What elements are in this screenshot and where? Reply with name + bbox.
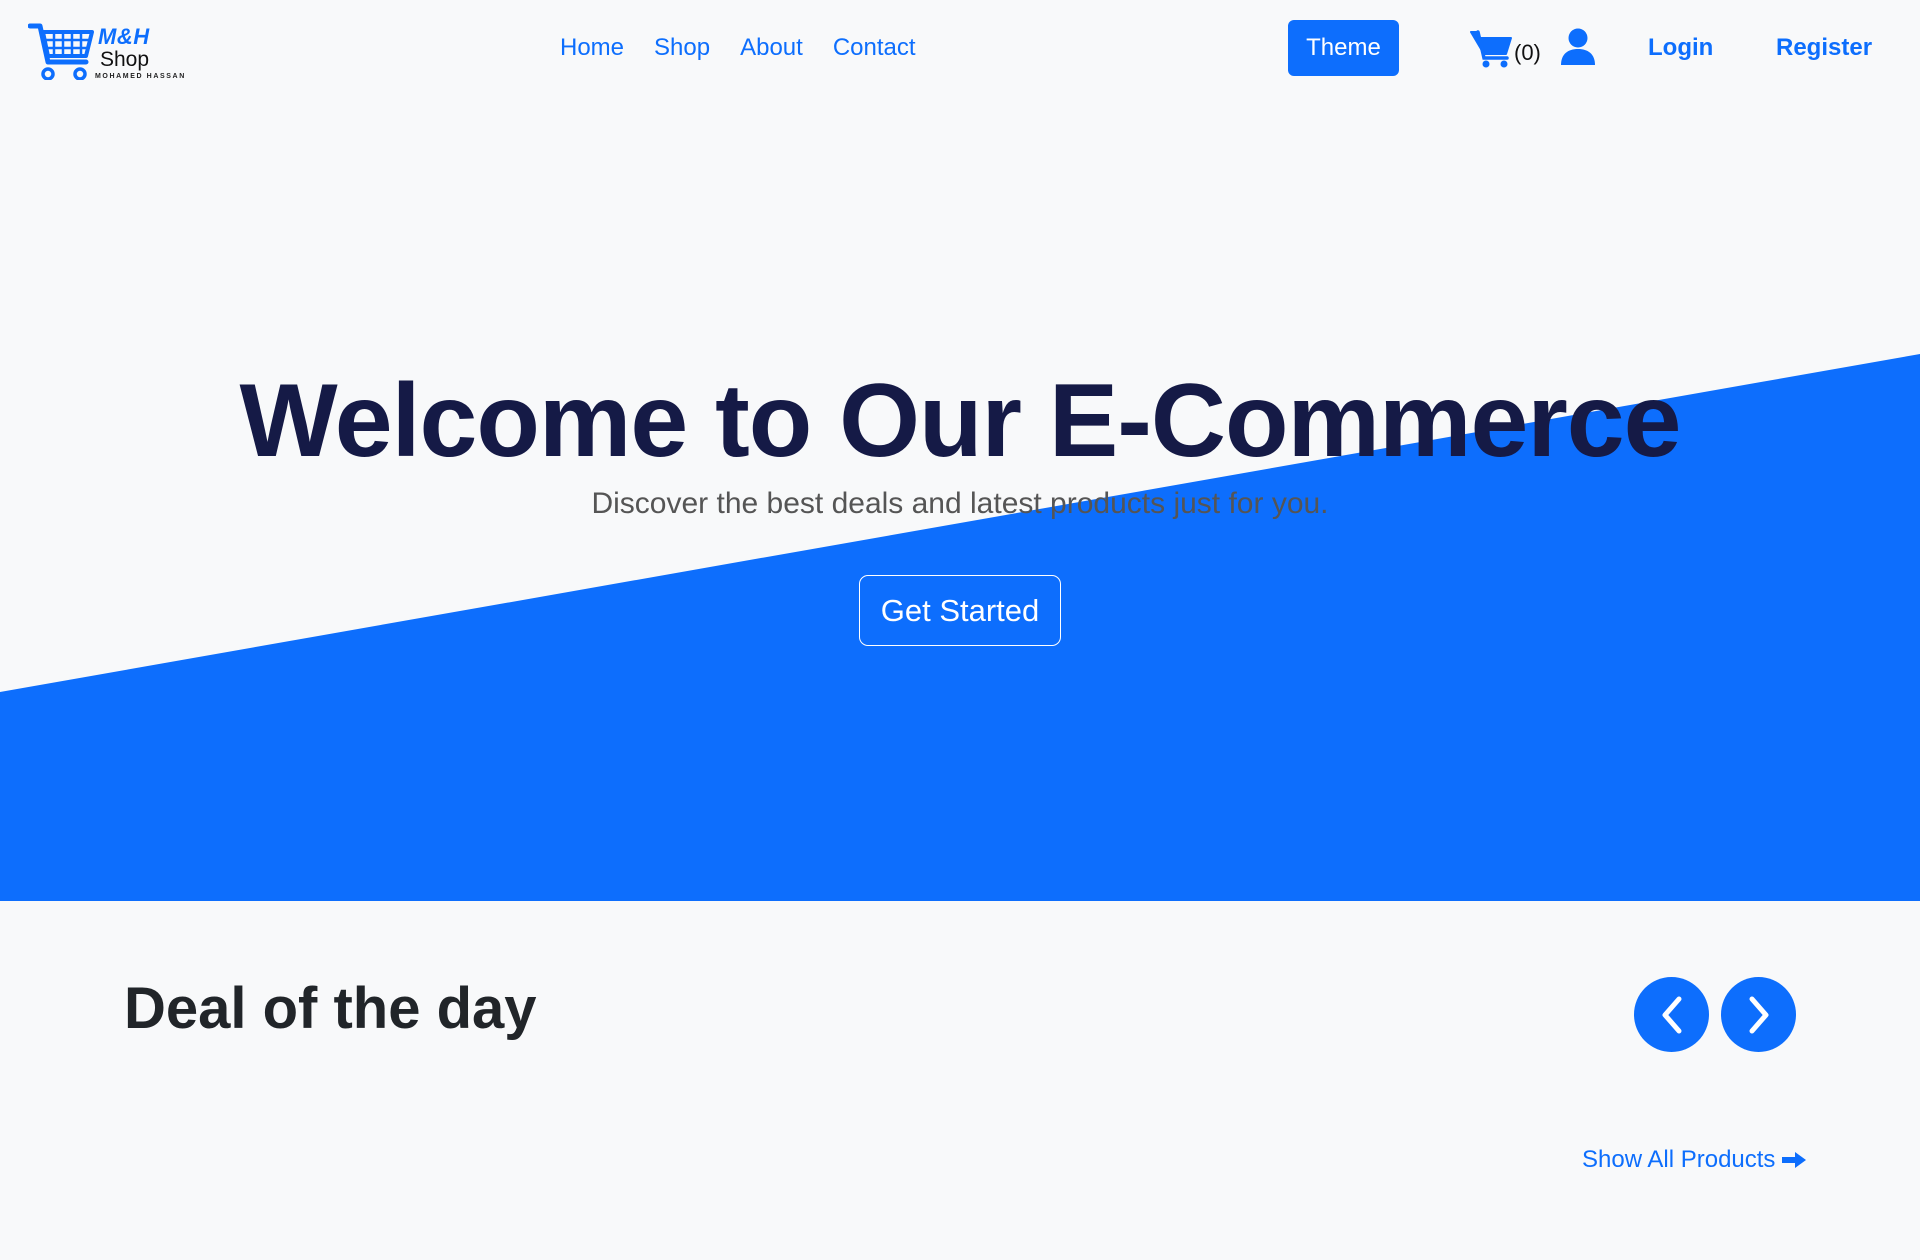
show-all-products-label: Show All Products	[1582, 1146, 1776, 1173]
login-link[interactable]: Login	[1648, 34, 1713, 62]
brand-tagline: MOHAMED HASSAN	[95, 73, 186, 80]
cart-button[interactable]: (0)	[1470, 28, 1541, 68]
brand-logo[interactable]: M&H Shop MOHAMED HASSAN	[28, 18, 188, 84]
arrow-right-icon	[1782, 1152, 1807, 1168]
show-all-products-link[interactable]: Show All Products	[1582, 1146, 1807, 1174]
nav-link-home[interactable]: Home	[560, 34, 624, 62]
nav-link-contact[interactable]: Contact	[833, 34, 916, 62]
carousel-next-button[interactable]	[1721, 977, 1796, 1052]
hero-title: Welcome to Our E-Commerce	[239, 363, 1681, 479]
chevron-left-icon	[1662, 996, 1681, 1033]
user-icon[interactable]	[1560, 28, 1596, 71]
theme-button[interactable]: Theme	[1288, 20, 1399, 76]
shopping-cart-icon	[1470, 30, 1512, 68]
chevron-right-icon	[1749, 996, 1768, 1033]
hero-subtitle: Discover the best deals and latest produ…	[591, 487, 1329, 520]
nav-link-shop[interactable]: Shop	[654, 34, 710, 62]
page: M&H Shop MOHAMED HASSAN Home Shop About …	[0, 0, 1920, 1260]
nav-link-about[interactable]: About	[740, 34, 803, 62]
carousel-prev-button[interactable]	[1634, 977, 1709, 1052]
navbar: M&H Shop MOHAMED HASSAN Home Shop About …	[0, 0, 1920, 100]
get-started-button[interactable]: Get Started	[859, 575, 1061, 646]
deal-of-the-day-title: Deal of the day	[124, 976, 537, 1041]
brand-name: M&H	[98, 24, 150, 49]
hero-section: Welcome to Our E-Commerce Discover the b…	[0, 100, 1920, 901]
brand-subtitle: Shop	[100, 48, 150, 71]
shopping-cart-icon	[28, 23, 94, 80]
register-link[interactable]: Register	[1776, 34, 1872, 62]
cart-count: (0)	[1514, 40, 1541, 65]
nav-links: Home Shop About Contact	[560, 34, 946, 62]
